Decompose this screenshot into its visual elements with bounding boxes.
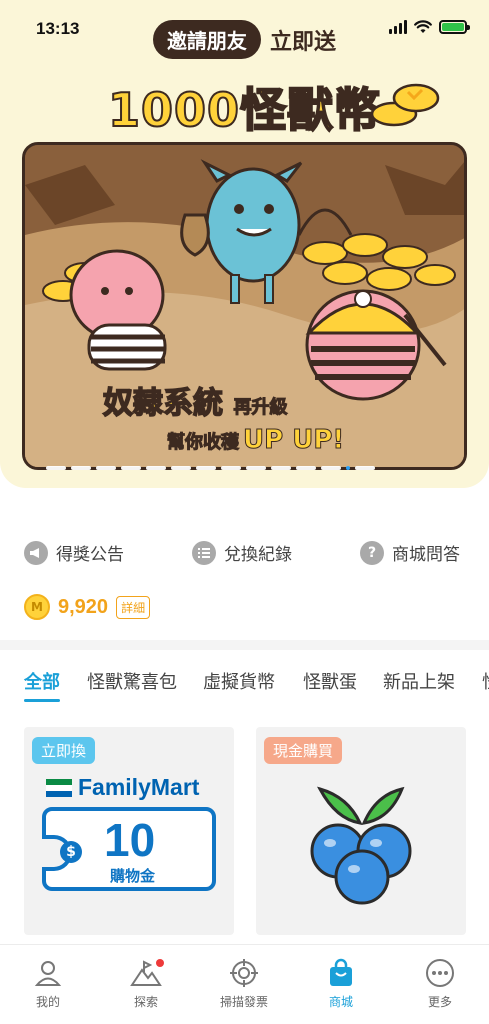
banner-line1-small: 再升級 xyxy=(233,397,288,419)
carousel-dot[interactable] xyxy=(146,466,166,470)
nav-shop[interactable]: 商城 xyxy=(301,957,381,1010)
tab-monster-egg[interactable]: 怪獸蛋 xyxy=(303,668,357,694)
section-divider xyxy=(0,640,489,650)
invite-send-text: 立即送 xyxy=(270,29,337,55)
shopping-bag-icon xyxy=(301,957,381,989)
banner-caption-main: 奴隸系統 再升級 xyxy=(102,378,288,422)
banner-line2-big: UP UP! xyxy=(242,425,345,456)
dollar-icon: $ xyxy=(60,841,82,863)
link-label: 得獎公告 xyxy=(56,545,124,565)
carousel-dot[interactable] xyxy=(355,466,375,470)
shop-links: 得獎公告 兌換紀錄 ? 商城問答 xyxy=(0,540,489,572)
carousel-dot[interactable] xyxy=(171,466,191,470)
carousel-dot[interactable] xyxy=(246,466,266,470)
link-exchange-history[interactable]: 兌換紀錄 xyxy=(192,540,292,565)
category-tabs: 全部 怪獸驚喜包 虛擬貨幣 怪獸蛋 新品上架 怪 xyxy=(0,650,489,710)
card-tag: 立即換 xyxy=(32,737,96,764)
nav-more[interactable]: 更多 xyxy=(400,957,480,1010)
familymart-brand: FamilyMart xyxy=(78,774,200,800)
notification-dot xyxy=(156,959,164,967)
blueberry-monster-icon xyxy=(310,786,412,905)
megaphone-icon xyxy=(24,540,48,565)
question-icon: ? xyxy=(360,540,384,565)
list-icon xyxy=(192,540,216,565)
link-award-announcement[interactable]: 得獎公告 xyxy=(24,540,124,565)
product-card-blueberry[interactable]: 現金購買 xyxy=(256,727,466,935)
invite-row[interactable]: 邀請朋友 立即送 xyxy=(0,20,489,59)
carousel-dot[interactable] xyxy=(121,466,141,470)
more-icon xyxy=(400,957,480,989)
balance-detail-button[interactable]: 詳細 xyxy=(116,595,151,619)
promo-hero: 13:13 邀請朋友 立即送 1000怪獸幣 奴隸系統 再升級 幫你收穫 UP … xyxy=(0,0,489,488)
voucher-amount: 10 xyxy=(104,814,156,866)
nav-label: 更多 xyxy=(427,995,452,1009)
carousel-dot[interactable] xyxy=(346,466,350,470)
product-card-familymart[interactable]: 立即換 FamilyMart $ 10 購物金 xyxy=(24,727,234,935)
bottom-nav: 我的 探索 掃描發票 商城 更多 xyxy=(0,944,489,1024)
familymart-logo: FamilyMart xyxy=(46,774,199,801)
carousel-dot[interactable] xyxy=(221,466,241,470)
link-label: 兌換紀錄 xyxy=(224,545,292,565)
coin-stack-icon xyxy=(370,83,440,127)
banner-caption-sub: 幫你收穫 UP UP! xyxy=(167,425,345,456)
link-label: 商城問答 xyxy=(392,545,460,565)
tab-surprise-pack[interactable]: 怪獸驚喜包 xyxy=(87,668,177,694)
promo-banner[interactable]: 奴隸系統 再升級 幫你收穫 UP UP! xyxy=(22,142,467,470)
tab-new-arrivals[interactable]: 新品上架 xyxy=(383,668,455,694)
voucher-label: 購物金 xyxy=(110,867,156,885)
carousel-dot[interactable] xyxy=(271,466,291,470)
nav-profile[interactable]: 我的 xyxy=(8,957,88,1010)
nav-label: 商城 xyxy=(328,995,353,1009)
carousel-dot[interactable] xyxy=(71,466,91,470)
banner-line2: 幫你收穫 xyxy=(167,432,240,454)
link-shop-faq[interactable]: ? 商城問答 xyxy=(360,540,460,565)
familymart-stripe-icon xyxy=(46,778,72,797)
tab-virtual-currency[interactable]: 虛擬貨幣 xyxy=(203,668,275,694)
nav-label: 探索 xyxy=(133,995,158,1009)
carousel-dot[interactable] xyxy=(196,466,216,470)
carousel-dot[interactable] xyxy=(96,466,116,470)
coin-balance-amount: 9,920 xyxy=(58,595,109,618)
carousel-dot[interactable] xyxy=(296,466,316,470)
target-scan-icon xyxy=(204,957,284,989)
flag-mountain-icon xyxy=(106,957,186,989)
carousel-dots[interactable] xyxy=(46,466,375,470)
carousel-dot[interactable] xyxy=(46,466,66,470)
invite-friends-pill: 邀請朋友 xyxy=(152,20,261,59)
coin-balance: M 9,920 詳細 xyxy=(24,594,151,620)
banner-line1: 奴隸系統 xyxy=(102,385,224,422)
nav-label: 掃描發票 xyxy=(219,995,268,1009)
tab-all[interactable]: 全部 xyxy=(24,668,60,702)
carousel-dot[interactable] xyxy=(321,466,341,470)
nav-label: 我的 xyxy=(35,995,60,1009)
nav-explore[interactable]: 探索 xyxy=(106,957,186,1010)
person-icon xyxy=(8,957,88,989)
monster-coin-icon: M xyxy=(24,594,50,620)
nav-scan-invoice[interactable]: 掃描發票 xyxy=(204,957,284,1010)
voucher-graphic: $ 10 購物金 xyxy=(42,807,216,891)
tab-more-cut[interactable]: 怪 xyxy=(482,668,489,694)
